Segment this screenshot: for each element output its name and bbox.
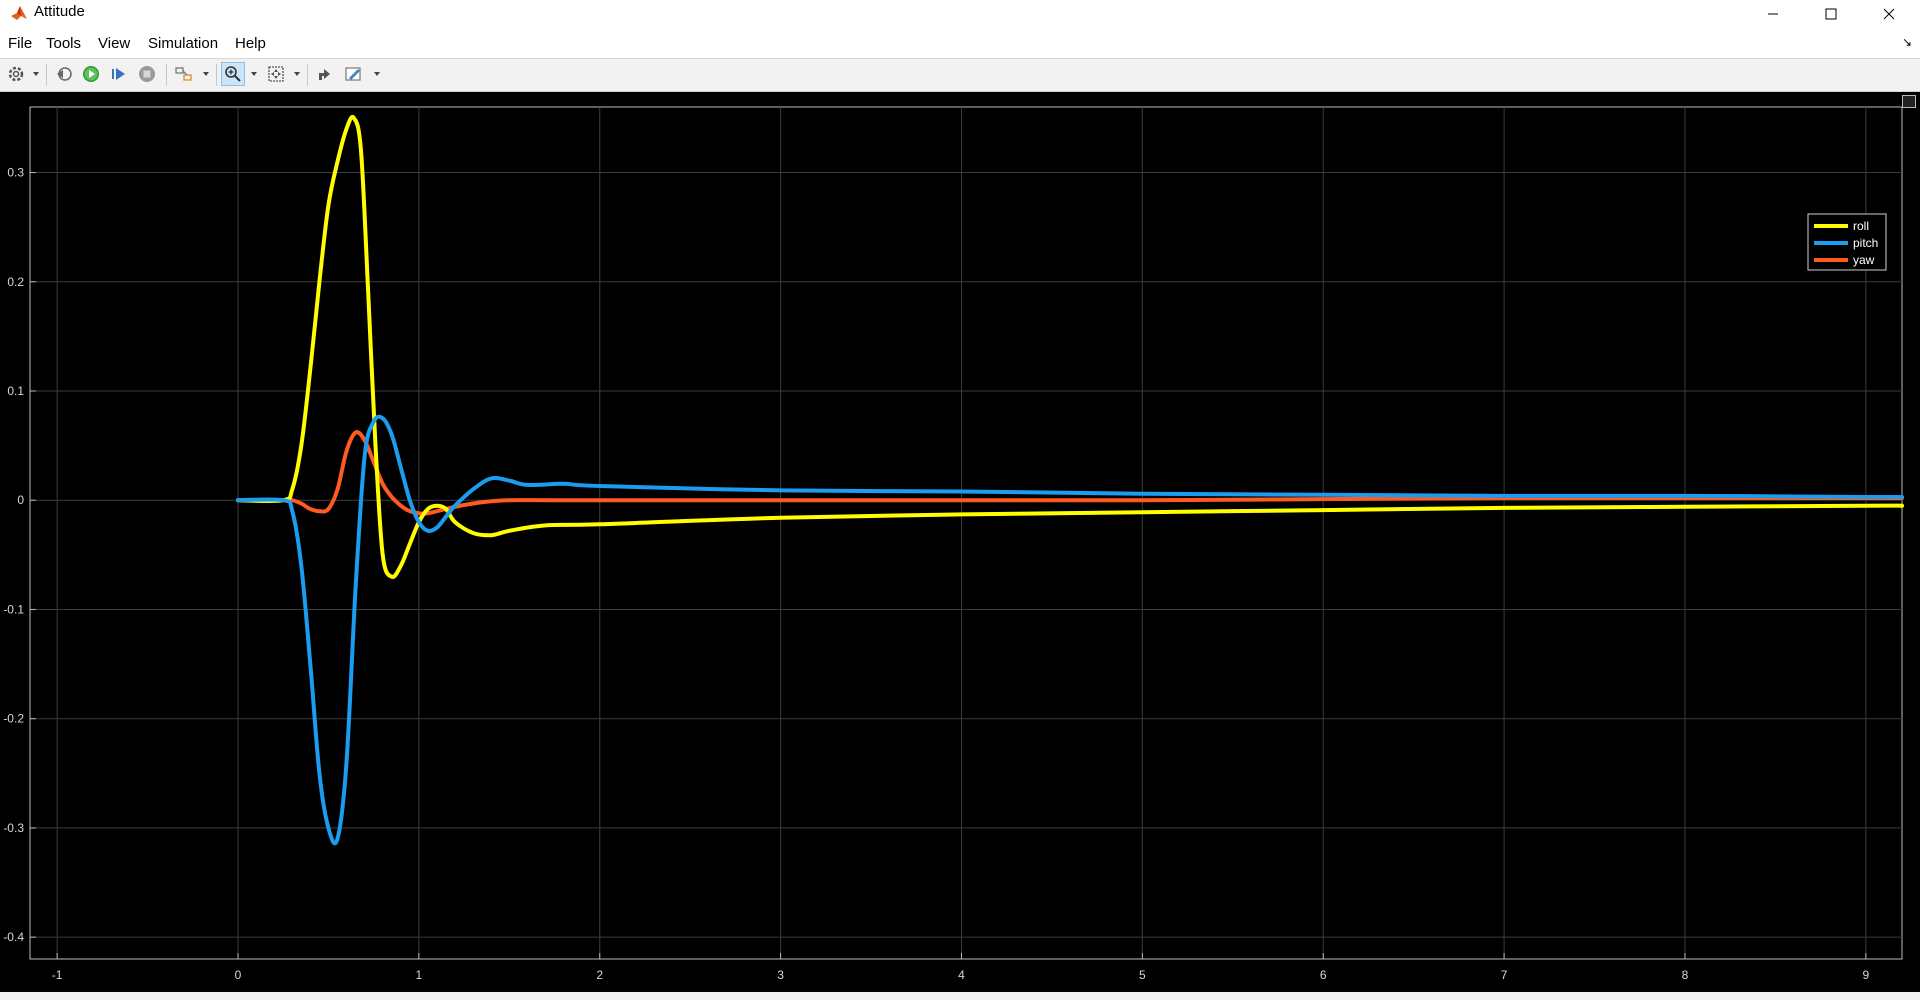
y-tick-label: 0.1 (7, 384, 24, 398)
legend-label-yaw: yaw (1853, 253, 1875, 267)
series-line-pitch (236, 414, 1904, 846)
restore-icon[interactable] (312, 62, 336, 86)
plot-area[interactable]: -1 0 1 2 3 4 5 6 7 8 9 -0.4 -0.3 -0.2 -0.1 0 0.1 0.2 0.3 r… (0, 92, 1920, 992)
zoom-icon[interactable] (221, 62, 245, 86)
y-tick-label: 0.2 (7, 275, 24, 289)
x-tick-label: 6 (1320, 968, 1327, 982)
toolbar-separator (307, 64, 308, 86)
toolbar-separator (216, 64, 217, 86)
properties-dropdown-icon[interactable] (374, 72, 380, 76)
highlight-dropdown-icon[interactable] (203, 72, 209, 76)
x-tick-label: 7 (1501, 968, 1508, 982)
y-tick-label: 0.3 (7, 166, 24, 180)
toolbar-separator (166, 64, 167, 86)
menu-tools[interactable]: Tools (46, 35, 81, 52)
x-tick-label: 1 (416, 968, 423, 982)
x-tick-label: 5 (1139, 968, 1146, 982)
title-bar: Attitude (0, 0, 1920, 27)
legend-label-pitch: pitch (1853, 236, 1878, 250)
series-line-yaw (236, 430, 1904, 516)
x-tick-label: 4 (958, 968, 965, 982)
menu-bar: File Tools View Simulation Help ↘ (0, 27, 1920, 59)
status-bar (0, 992, 1920, 1000)
menu-view[interactable]: View (98, 35, 130, 52)
step-forward-icon[interactable] (107, 62, 131, 86)
matlab-logo-icon (10, 4, 28, 22)
y-tick-label: -0.1 (3, 602, 24, 616)
undock-icon[interactable]: ↘ (1902, 35, 1912, 49)
legend-label-roll: roll (1853, 219, 1869, 233)
y-tick-label: -0.4 (3, 930, 24, 944)
series-line-roll (236, 115, 1904, 579)
window-title: Attitude (34, 3, 85, 20)
x-tick-label: 8 (1682, 968, 1689, 982)
close-button[interactable] (1860, 0, 1918, 27)
series-lines (236, 115, 1904, 846)
y-tick-label: -0.2 (3, 712, 24, 726)
properties-icon[interactable] (342, 62, 366, 86)
minimize-button[interactable] (1744, 0, 1802, 27)
run-icon[interactable] (79, 62, 103, 86)
x-tick-label: 0 (235, 968, 242, 982)
y-tick-label: -0.3 (3, 821, 24, 835)
settings-dropdown-icon[interactable] (33, 72, 39, 76)
menu-file[interactable]: File (8, 35, 32, 52)
toolbar-separator (46, 64, 47, 86)
legend[interactable]: roll pitch yaw (1807, 213, 1887, 271)
y-tick-label: 0 (17, 493, 24, 507)
maximize-button[interactable] (1802, 0, 1860, 27)
expand-icon[interactable] (1902, 95, 1916, 108)
toolbar (0, 59, 1920, 92)
x-tick-label: 3 (777, 968, 784, 982)
zoom-dropdown-icon[interactable] (251, 72, 257, 76)
settings-icon[interactable] (4, 62, 28, 86)
step-back-icon[interactable] (52, 62, 76, 86)
x-tick-label: -1 (52, 968, 63, 982)
highlight-icon[interactable] (172, 62, 196, 86)
x-tick-label: 2 (596, 968, 603, 982)
autoscale-dropdown-icon[interactable] (294, 72, 300, 76)
grid (30, 107, 1902, 959)
attitude-chart[interactable]: -1 0 1 2 3 4 5 6 7 8 9 -0.4 -0.3 -0.2 -0.1 0 0.1 0.2 0.3 r… (0, 92, 1920, 992)
stop-icon[interactable] (135, 62, 159, 86)
menu-help[interactable]: Help (235, 35, 266, 52)
x-tick-label: 9 (1862, 968, 1869, 982)
autoscale-icon[interactable] (264, 62, 288, 86)
axes-frame (29, 106, 1903, 960)
menu-simulation[interactable]: Simulation (148, 35, 218, 52)
tick-labels: -1 0 1 2 3 4 5 6 7 8 9 -0.4 -0.3 -0.2 -0.1 0 0.1 0.2 0.3 (3, 166, 1869, 982)
